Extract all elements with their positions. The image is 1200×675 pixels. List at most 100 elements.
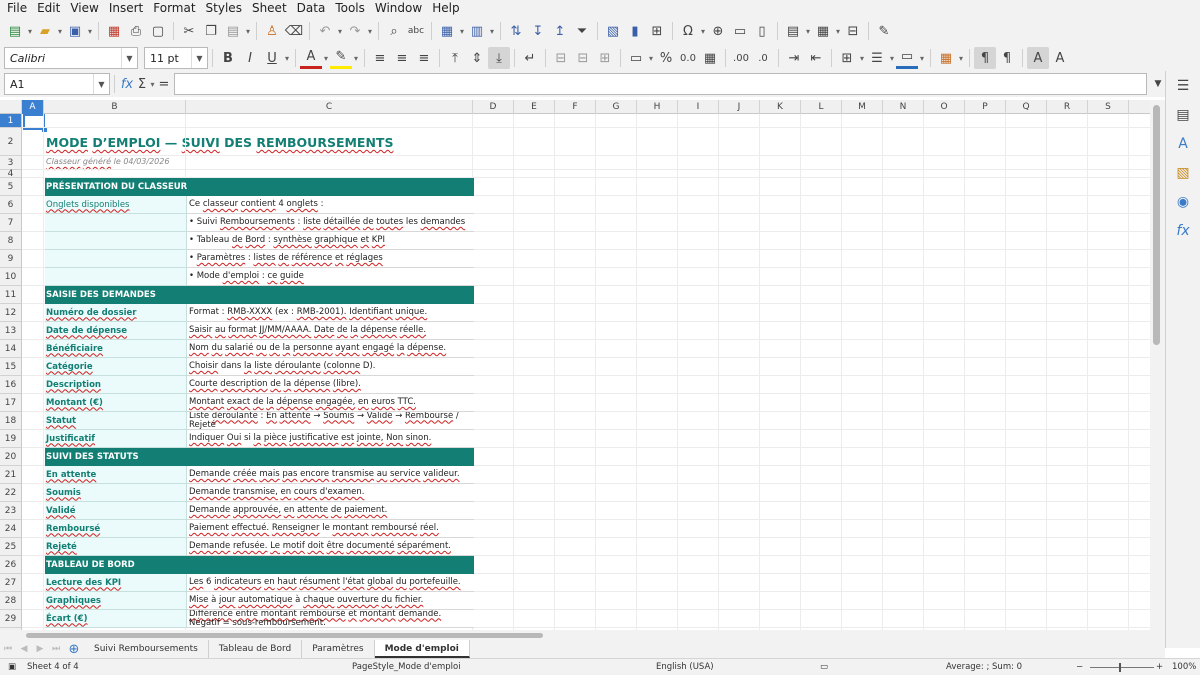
define-print-area-icon[interactable]: ▤ [782,20,804,42]
styles-icon[interactable]: A [1172,133,1194,155]
chevron-down-icon[interactable]: ▼ [93,74,109,94]
date-format-icon[interactable]: ▦ [699,47,721,69]
clone-formatting-icon[interactable]: ♙ [261,20,283,42]
sum-dropdown-icon[interactable]: ▾ [149,73,156,95]
conditional-format-icon[interactable]: ▦ [935,47,957,69]
open-folder-icon[interactable]: ▰ [34,20,56,42]
select-all-corner[interactable] [0,100,22,114]
sort-icon[interactable]: ⇅ [505,20,527,42]
print-preview-icon[interactable]: ▢ [147,20,169,42]
decrease-indent-icon[interactable]: ⇤ [805,47,827,69]
pivot-table-icon[interactable]: ⊞ [646,20,668,42]
column-header-s[interactable]: S [1088,100,1129,114]
menu-item-file[interactable]: File [2,0,32,17]
guide-label-cell[interactable]: Montant (€) [45,394,187,412]
special-character-icon[interactable]: Ω [677,20,699,42]
freeze-rows-columns-icon[interactable]: ▦ [812,20,834,42]
headers-footers-icon[interactable]: ▯ [751,20,773,42]
guide-label-cell[interactable]: Description [45,376,187,394]
paste-dropdown-icon[interactable]: ▾ [244,20,252,42]
guide-label-cell[interactable]: Onglets disponibles [45,196,187,214]
align-middle-icon[interactable]: ⇕ [466,47,488,69]
column-header-p[interactable]: P [965,100,1006,114]
new-document-icon[interactable]: ▤ [4,20,26,42]
guide-value-cell[interactable]: Demande transmise, en cours d'examen. [187,484,474,502]
font-name-box[interactable]: Calibri ▼ [4,47,138,69]
guide-label-cell[interactable]: Rejeté [45,538,187,556]
sort-descending-icon[interactable]: ↥ [549,20,571,42]
zoom-out-icon[interactable]: − [1076,662,1083,672]
guide-label-cell[interactable]: Graphiques [45,592,187,610]
insert-image-icon[interactable]: ▧ [602,20,624,42]
menu-item-window[interactable]: Window [370,0,427,17]
row-header[interactable]: 5 [0,178,22,196]
row-header[interactable]: 9 [0,250,22,268]
undo-icon[interactable]: ↶ [314,20,336,42]
insert-chart-icon[interactable]: ▮ [624,20,646,42]
redo-dropdown-icon[interactable]: ▾ [366,20,374,42]
comment-icon[interactable]: ▭ [729,20,751,42]
sum-icon[interactable]: Σ [135,73,149,95]
redo-icon[interactable]: ↷ [344,20,366,42]
align-left-icon[interactable]: ≡ [369,47,391,69]
autofilter-icon[interactable]: ⏷ [571,20,593,42]
row-header[interactable]: 14 [0,340,22,358]
column-header-n[interactable]: N [883,100,924,114]
guide-label-cell[interactable]: Justificatif [45,430,187,448]
bold-icon[interactable]: B [217,47,239,69]
last-sheet-icon[interactable]: ⏭ [48,638,64,660]
guide-label-cell[interactable]: Lecture des KPI [45,574,187,592]
guide-value-cell[interactable]: Courte description de la dépense (libre)… [187,376,474,394]
expand-formula-icon[interactable]: ▼ [1151,73,1165,95]
sheet-tab[interactable]: Paramètres [302,640,375,658]
language[interactable]: English (USA) [656,662,714,672]
zoom-slider[interactable] [1090,667,1154,668]
column-header-e[interactable]: E [514,100,555,114]
menu-item-format[interactable]: Format [148,0,200,17]
guide-value-cell[interactable]: Montant exact de la dépense engagée, en … [187,394,474,412]
column-header-m[interactable]: M [842,100,883,114]
column-header-k[interactable]: K [760,100,801,114]
guide-value-cell[interactable]: • Mode d'emploi : ce guide [187,268,474,286]
row-icon[interactable]: ▦ [436,20,458,42]
row-header[interactable]: 6 [0,196,22,214]
percent-format-icon[interactable]: % [655,47,677,69]
prev-sheet-icon[interactable]: ◀ [16,638,32,660]
underline-dropdown-icon[interactable]: ▾ [283,47,291,69]
guide-value-cell[interactable]: Format : RMB-XXXX (ex : RMB-2001). Ident… [187,304,474,322]
guide-label-cell[interactable]: En attente [45,466,187,484]
section-header[interactable]: TABLEAU DE BORD [45,556,474,574]
paste-icon[interactable]: ▤ [222,20,244,42]
column-header-i[interactable]: I [678,100,719,114]
column-header-b[interactable]: B [44,100,186,114]
row-header[interactable]: 20 [0,448,22,466]
add-decimal-icon[interactable]: .00 [730,47,752,69]
sheet-tab[interactable]: Tableau de Bord [209,640,303,658]
font-size-box[interactable]: 11 pt ▼ [144,47,208,69]
merge-center-icon[interactable]: ⊟ [550,47,572,69]
find-replace-icon[interactable]: ⌕ [383,20,405,42]
increase-indent-icon[interactable]: ⇥ [783,47,805,69]
new-dropdown-icon[interactable]: ▾ [26,20,34,42]
cell-area[interactable]: MODE D’EMPLOI — SUIVI DES REMBOURSEMENTS… [22,114,1150,630]
save-dropdown-icon[interactable]: ▾ [86,20,94,42]
gallery-icon[interactable]: ▧ [1172,162,1194,184]
guide-label-cell[interactable]: Numéro de dossier [45,304,187,322]
print-area-dropdown-icon[interactable]: ▾ [804,20,812,42]
cut-icon[interactable]: ✂ [178,20,200,42]
freeze-dropdown-icon[interactable]: ▾ [834,20,842,42]
page-style[interactable]: PageStyle_Mode d'emploi [352,662,461,672]
guide-value-cell[interactable]: Saisir au format JJ/MM/AAAA. Date de la … [187,322,474,340]
border-style-dropdown-icon[interactable]: ▾ [888,47,896,69]
row-header[interactable]: 23 [0,502,22,520]
column-icon[interactable]: ▥ [466,20,488,42]
show-draw-functions-icon[interactable]: ✎ [873,20,895,42]
row-header[interactable]: 4 [0,169,22,179]
guide-value-cell[interactable]: Demande créée mais pas encore transmise … [187,466,474,484]
guide-value-cell[interactable]: Demande refusée. Le motif doit être docu… [187,538,474,556]
export-pdf-icon[interactable]: ▦ [103,20,125,42]
guide-value-cell[interactable]: Paiement effectué. Renseigner le montant… [187,520,474,538]
guide-label-cell[interactable]: Statut [45,412,187,430]
align-bottom-icon[interactable]: ⤓ [488,47,510,69]
italic-icon[interactable]: I [239,47,261,69]
